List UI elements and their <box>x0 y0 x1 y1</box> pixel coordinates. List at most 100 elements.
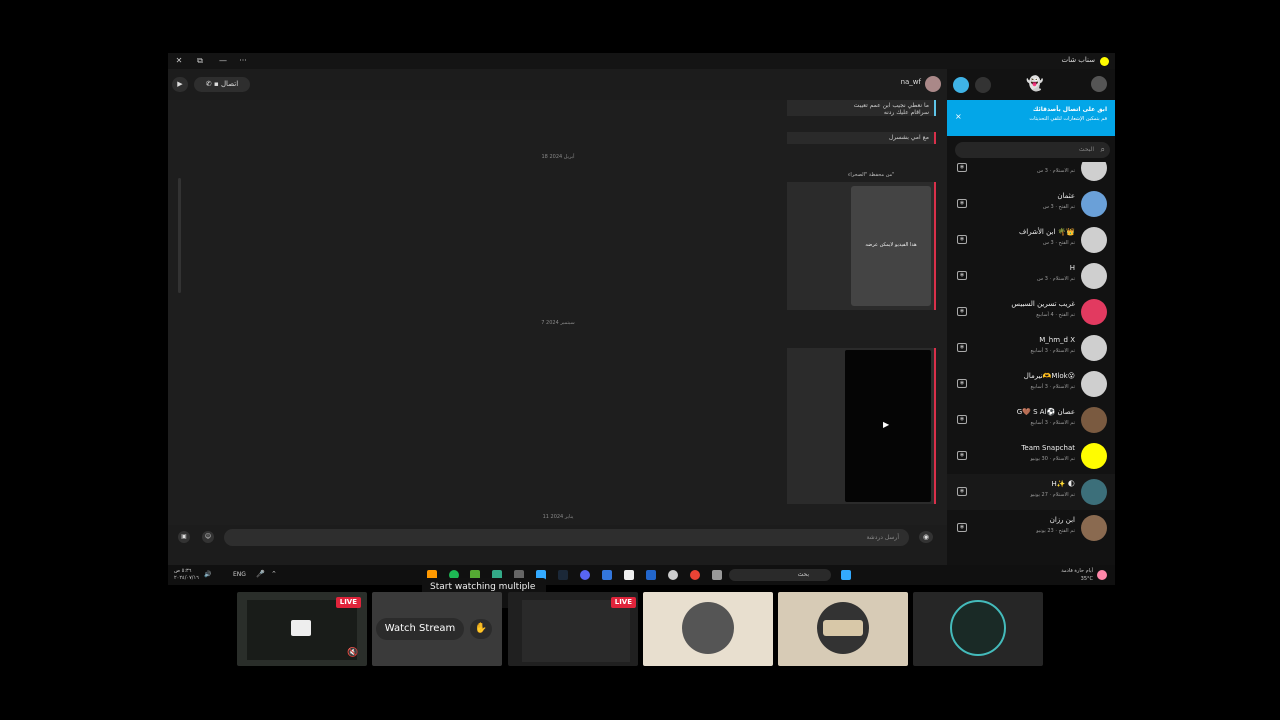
chat-input-bar: ▣ ☺ أرسل دردشة ◉ <box>168 525 947 549</box>
app-icon[interactable] <box>646 570 656 580</box>
windows-start-icon[interactable] <box>841 570 851 580</box>
chat-input[interactable]: أرسل دردشة <box>224 529 909 546</box>
avatar <box>1081 299 1107 325</box>
list-item[interactable]: ◉ غريب تسرين السبيس تم الفتح · 4 أسابيع <box>947 294 1115 330</box>
camera-icon[interactable]: ◉ <box>957 199 967 208</box>
date-text: ٢٠٢٤/٠٧/١٦ <box>174 575 199 581</box>
media-message[interactable]: هذا الفيديو لايمكن عرضه <box>787 182 935 310</box>
refresh-icon[interactable] <box>953 77 969 93</box>
list-item[interactable]: ◉ عثمان تم الفتح · 3 س <box>947 186 1115 222</box>
snapchat-logo-icon <box>1100 57 1109 66</box>
weather-widget[interactable]: أيام حارة قادمة 35°C <box>1061 567 1093 583</box>
camera-icon[interactable]: ◉ <box>957 235 967 244</box>
stream-tile[interactable]: LIVE 🔇 <box>237 592 367 666</box>
list-item[interactable]: ◉ Team Snapchat تم الاستلام · 30 يونيو <box>947 438 1115 474</box>
chevron-up-icon[interactable]: ⌃ <box>271 570 277 578</box>
search-input[interactable]: البحث <box>955 142 1110 158</box>
camera-icon[interactable]: ◉ <box>919 531 933 543</box>
discord-icon[interactable] <box>580 570 590 580</box>
watch-stream-button[interactable]: Watch Stream <box>376 618 464 640</box>
contact-status: تم الاستلام · 3 س <box>1037 168 1075 174</box>
camera-icon[interactable]: ◉ <box>957 415 967 424</box>
search-label: بحث <box>797 571 809 578</box>
steam-icon[interactable] <box>558 570 568 580</box>
camera-icon[interactable]: ◉ <box>957 487 967 496</box>
play-icon[interactable]: ▶ <box>883 420 889 429</box>
add-friend-icon[interactable] <box>975 77 991 93</box>
taskbar-search[interactable]: بحث <box>729 569 831 581</box>
play-icon[interactable]: ▶ <box>172 77 188 92</box>
sticker-icon[interactable]: ▣ <box>178 531 190 543</box>
close-icon[interactable]: × <box>955 112 962 121</box>
chat-header: ▶ ✆ ▪ اتصال na_wf <box>168 69 947 100</box>
avatar <box>1081 263 1107 289</box>
app-icon[interactable] <box>602 570 612 580</box>
contact-name: عثمان <box>1057 192 1075 200</box>
video-message[interactable]: ▶ <box>787 348 935 504</box>
message-marker <box>934 132 936 144</box>
notification-banner: ابق على اتصال بأصدقائك قم بتمكين الإشعار… <box>947 100 1115 136</box>
camera-icon[interactable]: ◉ <box>957 307 967 316</box>
message-text: ما نعطي نجيب ابن عمم تعيبت <box>853 102 929 109</box>
profile-avatar[interactable] <box>1091 76 1107 92</box>
list-item[interactable]: ◉ ابن رزان تم الفتح · 23 يونيو <box>947 510 1115 546</box>
clock[interactable]: ٥:٣٦ ص ٢٠٢٤/٠٧/١٦ <box>174 568 199 582</box>
list-item[interactable]: ◉ ابن الأشراف 🌴👑 تم الفتح · 3 س <box>947 222 1115 258</box>
stream-tile[interactable]: LIVE <box>508 592 638 666</box>
app-icon[interactable] <box>668 570 678 580</box>
weather-text: أيام حارة قادمة <box>1061 568 1093 574</box>
list-item[interactable]: ◉ نيرمال🫶Mlok😮 تم الاستلام · 3 أسابيع <box>947 366 1115 402</box>
app-icon[interactable] <box>624 570 634 580</box>
camera-icon[interactable]: ◉ <box>957 379 967 388</box>
date-label: 11 يناير 2024 <box>542 514 574 520</box>
list-item[interactable]: ◉ M_hm_d X تم الاستلام · 3 أسابيع <box>947 330 1115 366</box>
list-item[interactable]: ◉ H تم الاستلام · 3 س <box>947 258 1115 294</box>
snap-sender: من محفظة "الصحراء" <box>848 172 895 178</box>
camera-icon[interactable]: ◉ <box>957 271 967 280</box>
list-item[interactable]: ◉ H✨ 🌓 تم الاستلام · 27 يونيو <box>947 474 1115 510</box>
media-preview: هذا الفيديو لايمكن عرضه <box>851 186 931 306</box>
avatar <box>1081 371 1107 397</box>
snapchat-ghost-icon[interactable]: 👻 <box>1026 76 1043 92</box>
call-button[interactable]: ✆ ▪ اتصال <box>194 77 250 92</box>
participant-tile[interactable] <box>643 592 773 666</box>
minimize-icon[interactable]: — <box>216 55 230 67</box>
participant-tile[interactable] <box>778 592 908 666</box>
camera-icon[interactable]: ◉ <box>957 523 967 532</box>
file-explorer-icon[interactable] <box>712 570 722 580</box>
language-indicator[interactable]: ENG <box>233 571 246 578</box>
camera-icon[interactable]: ◉ <box>957 451 967 460</box>
mute-icon[interactable]: 🔇 <box>347 648 358 658</box>
microphone-icon[interactable]: 🎤 <box>256 570 265 578</box>
chrome-icon[interactable] <box>690 570 700 580</box>
camera-icon[interactable]: ◉ <box>957 163 967 172</box>
camera-icon[interactable]: ◉ <box>957 343 967 352</box>
multi-stream-icon[interactable]: ✋ <box>470 619 492 639</box>
restore-icon[interactable]: ⧉ <box>193 55 207 67</box>
participant-tile[interactable] <box>913 592 1043 666</box>
contact-name: ابن الأشراف 🌴👑 <box>1019 228 1075 236</box>
call-label: اتصال <box>220 80 239 88</box>
contact-status: تم الاستلام · 3 أسابيع <box>1030 348 1075 354</box>
contact-status: تم الفتح · 3 س <box>1042 240 1075 246</box>
contact-name: Team Snapchat <box>1021 444 1075 452</box>
contact-status: تم الاستلام · 3 أسابيع <box>1030 420 1075 426</box>
avatar[interactable] <box>925 76 941 92</box>
avatar <box>1081 335 1107 361</box>
volume-icon[interactable]: 🔊 <box>204 571 211 578</box>
emoji-icon[interactable]: ☺ <box>202 531 214 543</box>
list-item[interactable]: ◉ تم الاستلام · 3 س <box>947 162 1115 186</box>
scrollbar[interactable] <box>178 178 181 293</box>
weather-icon <box>1097 570 1107 580</box>
title-bar: ✕ ⧉ — ··· سناب شات <box>168 53 1115 69</box>
stream-tile[interactable]: Watch Stream ✋ <box>372 592 502 666</box>
contact-name: G🤎 S Al⚽ عصان <box>1016 408 1075 416</box>
banner-text[interactable]: قم بتمكين الإشعارات لتلقي التحديثات <box>965 116 1107 122</box>
list-item[interactable]: ◉ G🤎 S Al⚽ عصان تم الاستلام · 3 أسابيع <box>947 402 1115 438</box>
date-label: 7 سبتمبر 2024 <box>541 320 575 326</box>
chat-username[interactable]: na_wf <box>901 78 921 86</box>
live-badge: LIVE <box>335 597 361 608</box>
more-icon[interactable]: ··· <box>236 55 250 67</box>
close-icon[interactable]: ✕ <box>172 55 186 67</box>
contact-status: تم الفتح · 23 يونيو <box>1036 528 1075 534</box>
